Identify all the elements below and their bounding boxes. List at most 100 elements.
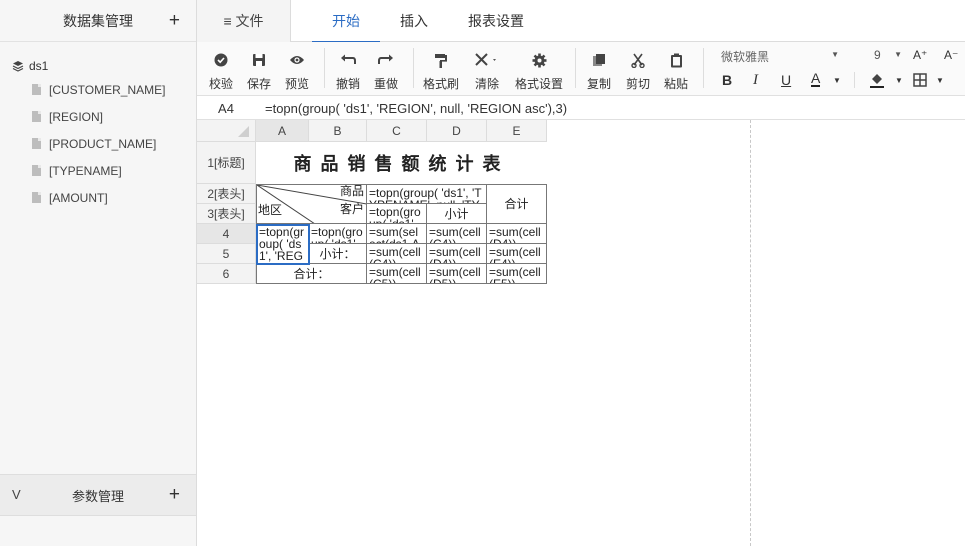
border-icon[interactable] bbox=[913, 73, 927, 87]
cell-b5[interactable]: 小计： bbox=[309, 244, 367, 264]
tab-insert[interactable]: 插入 bbox=[400, 0, 428, 42]
verify-button[interactable]: 校验 bbox=[209, 50, 233, 92]
font-increase-icon[interactable]: A⁺ bbox=[913, 48, 927, 62]
row-header-6[interactable]: 6 bbox=[197, 264, 256, 284]
add-param-button[interactable]: + bbox=[169, 484, 180, 506]
left-panel: 数据集管理 + ds1 [CUSTOMER_NAME] [REGION] [PR… bbox=[0, 0, 197, 546]
copy-button[interactable]: 复制 bbox=[587, 50, 611, 92]
cell-c4[interactable]: =sum(select(ds1.AMOUNT)) bbox=[367, 224, 427, 244]
underline-icon[interactable]: U bbox=[781, 72, 791, 88]
field-item[interactable]: [PRODUCT_NAME] bbox=[0, 130, 196, 157]
row-header-5[interactable]: 5 bbox=[197, 244, 256, 264]
copy-label: 复制 bbox=[587, 77, 612, 91]
redo-button[interactable]: 重做 bbox=[374, 50, 398, 92]
cut-button[interactable]: 剪切 bbox=[626, 50, 650, 92]
format-settings-label: 格式设置 bbox=[515, 77, 564, 91]
preview-label: 预览 bbox=[285, 77, 310, 91]
fill-color-icon[interactable] bbox=[869, 73, 885, 89]
bold-icon[interactable]: B bbox=[722, 72, 732, 88]
column-header-e[interactable]: E bbox=[487, 120, 547, 142]
dataset-node[interactable]: ds1 bbox=[0, 56, 196, 76]
toolbar-divider bbox=[413, 48, 414, 88]
cell-c3[interactable]: =topn(group( 'ds1', 'PRODUCT_NAME', null bbox=[367, 204, 427, 224]
toolbar-divider bbox=[324, 48, 325, 88]
toolbar: 校验 保存 预览 撤销 重做 格式刷 清除 格式设置 复制 剪切 粘贴 微软雅黑… bbox=[197, 42, 965, 96]
cell-e5[interactable]: =sum(cell(E4)) bbox=[487, 244, 547, 264]
tab-report-settings[interactable]: 报表设置 bbox=[468, 0, 524, 42]
select-all-corner[interactable] bbox=[197, 120, 256, 142]
report-designer: 数据集管理 + ds1 [CUSTOMER_NAME] [REGION] [PR… bbox=[0, 0, 965, 546]
preview-button[interactable]: 预览 bbox=[285, 50, 309, 92]
caret-down-icon: ▼ bbox=[831, 50, 839, 59]
cell-c6[interactable]: =sum(cell(C5)) bbox=[367, 264, 427, 284]
field-label: [REGION] bbox=[49, 109, 104, 124]
eye-icon bbox=[290, 56, 304, 64]
field-item[interactable]: [REGION] bbox=[0, 103, 196, 130]
undo-button[interactable]: 撤销 bbox=[336, 50, 360, 92]
tab-file[interactable]: ≡ 文件 bbox=[197, 0, 291, 42]
paint-brush-icon bbox=[435, 53, 447, 68]
cell-d6[interactable]: =sum(cell(D5)) bbox=[427, 264, 487, 284]
field-item[interactable]: [CUSTOMER_NAME] bbox=[0, 76, 196, 103]
save-button[interactable]: 保存 bbox=[247, 50, 271, 92]
cell-d3[interactable]: 小计 bbox=[427, 204, 487, 224]
cell-c5[interactable]: =sum(cell(C4)) bbox=[367, 244, 427, 264]
column-header-d[interactable]: D bbox=[427, 120, 487, 142]
cell-e4[interactable]: =sum(cell(D4)) bbox=[487, 224, 547, 244]
chevron-down-icon[interactable]: V bbox=[12, 487, 21, 502]
font-size-value: 9 bbox=[874, 48, 881, 62]
italic-icon[interactable]: I bbox=[753, 72, 758, 89]
field-item[interactable]: [AMOUNT] bbox=[0, 184, 196, 211]
column-header-c[interactable]: C bbox=[367, 120, 427, 142]
clear-label: 清除 bbox=[475, 77, 500, 91]
copy-icon bbox=[593, 54, 605, 66]
add-dataset-button[interactable]: + bbox=[169, 10, 180, 32]
layers-icon bbox=[12, 61, 24, 72]
formula-input[interactable]: =topn(group( 'ds1', 'REGION', null, 'REG… bbox=[265, 96, 567, 120]
paste-button[interactable]: 粘贴 bbox=[664, 50, 688, 92]
column-header-a[interactable]: A bbox=[256, 120, 309, 142]
font-size-select[interactable]: 9 ▼ bbox=[874, 48, 904, 68]
row-header-4[interactable]: 4 bbox=[197, 224, 256, 244]
cell-d5[interactable]: =sum(cell(D4)) bbox=[427, 244, 487, 264]
file-icon bbox=[32, 138, 41, 149]
verify-label: 校验 bbox=[209, 77, 234, 91]
column-header-b[interactable]: B bbox=[309, 120, 367, 142]
font-color-icon[interactable]: A bbox=[811, 71, 821, 87]
report-title[interactable]: 商品销售额统计表 bbox=[256, 142, 547, 184]
header-product-label: 商品 bbox=[339, 184, 364, 198]
field-label: [PRODUCT_NAME] bbox=[49, 136, 157, 151]
dataset-manager-header: 数据集管理 + bbox=[0, 0, 196, 42]
caret-down-icon[interactable]: ▼ bbox=[833, 76, 841, 85]
dataset-tree: ds1 [CUSTOMER_NAME] [REGION] [PRODUCT_NA… bbox=[0, 42, 196, 211]
cell-a6[interactable]: 合计： bbox=[256, 264, 367, 284]
cell-e6[interactable]: =sum(cell(E5)) bbox=[487, 264, 547, 284]
cell-e2[interactable]: 合计 bbox=[487, 184, 547, 224]
param-manager-header[interactable]: V 参数管理 + bbox=[0, 474, 196, 516]
field-label: [AMOUNT] bbox=[49, 190, 108, 205]
field-item[interactable]: [TYPENAME] bbox=[0, 157, 196, 184]
format-brush-button[interactable]: 格式刷 bbox=[423, 50, 459, 92]
font-decrease-icon[interactable]: A⁻ bbox=[944, 48, 958, 62]
tab-start[interactable]: 开始 bbox=[312, 0, 380, 43]
save-icon bbox=[253, 54, 265, 66]
dataset-name: ds1 bbox=[29, 59, 49, 73]
caret-down-icon[interactable]: ▼ bbox=[895, 76, 903, 85]
diagonal-header-cell[interactable]: 商品 客户 地区 bbox=[256, 184, 367, 224]
page-boundary-line bbox=[750, 120, 751, 546]
caret-down-icon: ▼ bbox=[894, 50, 902, 59]
row-header-2[interactable]: 2[表头] bbox=[197, 184, 256, 204]
font-family-select[interactable]: 微软雅黑 ▼ bbox=[721, 48, 841, 68]
redo-label: 重做 bbox=[374, 77, 399, 91]
clear-button[interactable]: 清除 bbox=[475, 50, 499, 92]
cell-d4[interactable]: =sum(cell(C4)) bbox=[427, 224, 487, 244]
cell-b4[interactable]: =topn(group( 'ds1' bbox=[309, 224, 367, 244]
row-header-1[interactable]: 1[标题] bbox=[197, 142, 256, 184]
cell-c2[interactable]: =topn(group( 'ds1', 'TYPENAME', null, 'T… bbox=[367, 184, 487, 204]
cell-reference[interactable]: A4 bbox=[197, 96, 255, 120]
redo-icon bbox=[378, 54, 393, 64]
dataset-manager-title: 数据集管理 bbox=[63, 12, 133, 29]
format-settings-button[interactable]: 格式设置 bbox=[515, 50, 563, 92]
caret-down-icon[interactable]: ▼ bbox=[936, 76, 944, 85]
row-header-3[interactable]: 3[表头] bbox=[197, 204, 256, 224]
